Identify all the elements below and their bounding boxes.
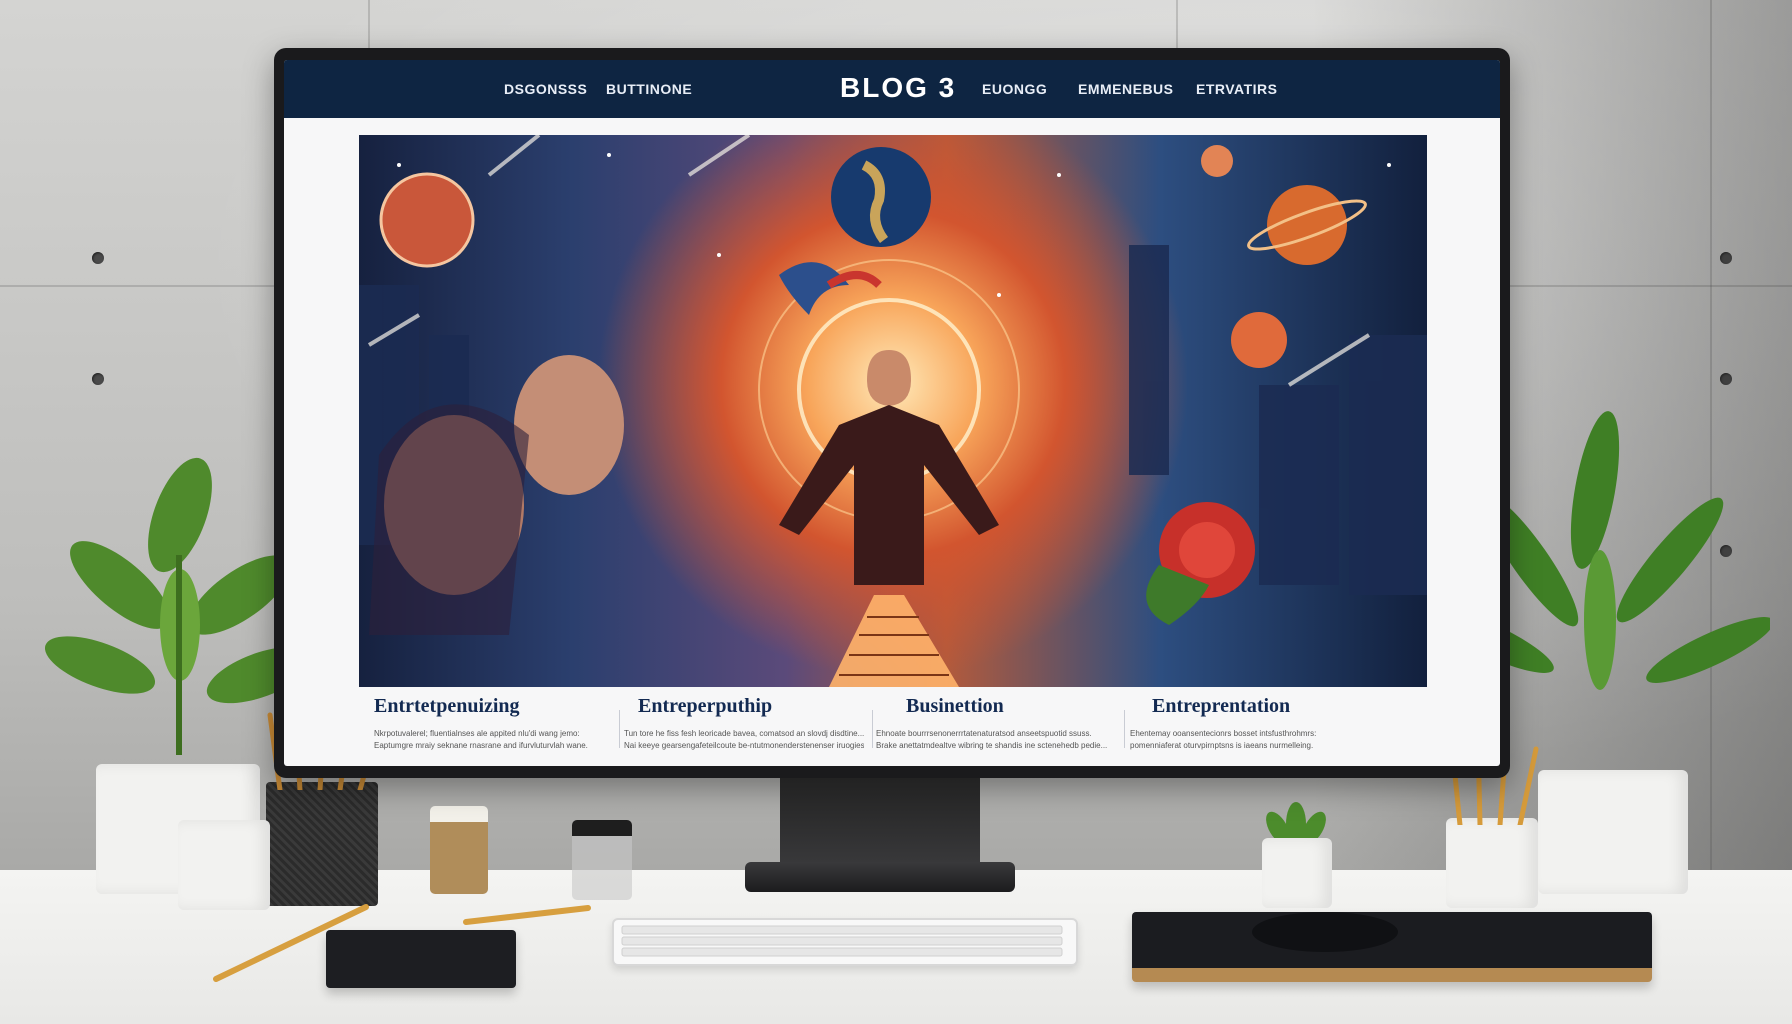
article-excerpt: Ehentemay ooansentecionrs bosset intsfus…: [1130, 729, 1317, 738]
nav-item-1[interactable]: DSGONSSS: [504, 81, 587, 97]
hero-artwork[interactable]: [359, 135, 1427, 687]
hero-illustration-icon: [359, 135, 1427, 687]
plant-pot-right: [1538, 770, 1688, 894]
article-card-1[interactable]: Entrtetpenuizing Nkrpotuvalerel; fluenti…: [374, 695, 614, 752]
pencil-icon-2: [463, 905, 591, 925]
nav-item-3[interactable]: EUONGG: [982, 81, 1047, 97]
article-excerpt: Nkrpotuvalerel; fluentialnses ale appite…: [374, 729, 580, 738]
article-divider: [1124, 710, 1125, 748]
article-title[interactable]: Businettion: [876, 695, 1116, 718]
article-excerpt: Nai keeye gearsengafeteilcoute be-ntutmo…: [624, 741, 864, 750]
article-card-2[interactable]: Entreperputhip Tun tore he fiss fesh leo…: [624, 695, 864, 752]
site-navbar: DSGONSSS BUTTINONE BLOG 3 EUONGG EMMENEB…: [284, 60, 1500, 118]
nav-item-5[interactable]: ETRVATIRS: [1196, 81, 1278, 97]
article-title[interactable]: Entreprentation: [1130, 695, 1370, 718]
jar-left: [430, 806, 488, 894]
small-cup-right: [1446, 818, 1538, 908]
jar-glass: [572, 820, 632, 900]
notebook-right: [1132, 912, 1652, 982]
article-excerpt: Eaptumgre mraiy seknane rnasrane and ifu…: [374, 741, 588, 750]
pencil-icon: [213, 904, 369, 982]
wall-hole: [92, 252, 104, 264]
article-card-3[interactable]: Businettion Ehnoate bourrrsenonerrrtaten…: [876, 695, 1116, 752]
succulent-icon: [1266, 802, 1326, 844]
nav-item-2[interactable]: BUTTINONE: [606, 81, 692, 97]
pencil-holder: [266, 782, 378, 906]
article-title[interactable]: Entreperputhip: [624, 695, 864, 718]
site-logo[interactable]: BLOG 3: [840, 72, 956, 104]
article-excerpt: Tun tore he fiss fesh leoricade bavea, c…: [624, 729, 864, 738]
article-card-4[interactable]: Entreprentation Ehentemay ooansentecionr…: [1130, 695, 1370, 752]
article-excerpt: Ehnoate bourrrsenonerrrtatenaturatsod an…: [876, 729, 1092, 738]
article-excerpt: Brake anettatmdealtve wibring te shandis…: [876, 741, 1108, 750]
article-divider: [872, 710, 873, 748]
keyboard-keys: [621, 925, 1063, 957]
monitor-stand-base: [745, 862, 1015, 892]
wall-hole: [92, 373, 104, 385]
keyboard-icon[interactable]: [612, 918, 1078, 966]
article-title[interactable]: Entrtetpenuizing: [374, 695, 614, 718]
article-divider: [619, 710, 620, 748]
nav-item-4[interactable]: EMMENEBUS: [1078, 81, 1174, 97]
monitor-stand: [780, 778, 980, 870]
browser-screen: DSGONSSS BUTTINONE BLOG 3 EUONGG EMMENEB…: [284, 60, 1500, 766]
monitor: DSGONSSS BUTTINONE BLOG 3 EUONGG EMMENEB…: [274, 48, 1510, 778]
mouse-icon[interactable]: [1252, 912, 1398, 952]
article-excerpt: pomenniaferat oturvpirnptsns is iaeans n…: [1130, 741, 1314, 750]
succulent-pot: [1262, 838, 1332, 908]
